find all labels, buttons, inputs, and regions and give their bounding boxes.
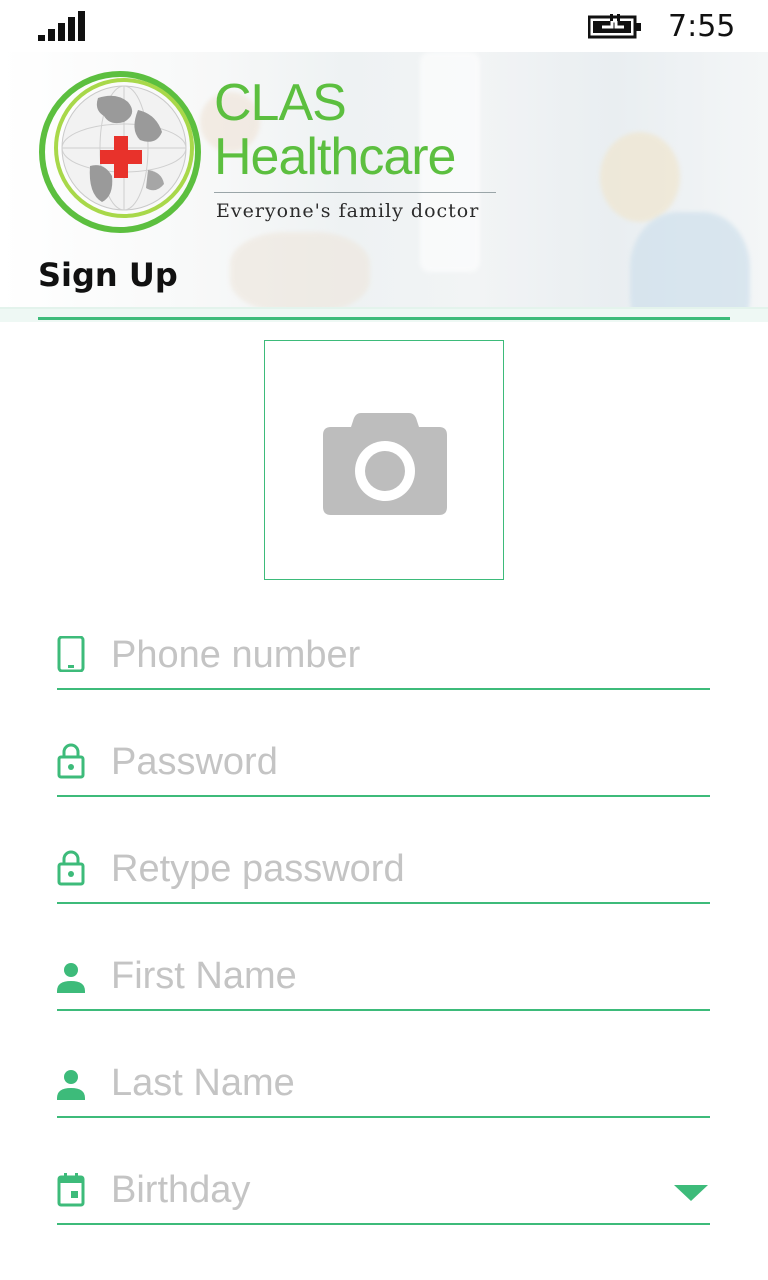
brand-name-line2: Healthcare	[214, 128, 456, 186]
last-name-placeholder: Last Name	[111, 1062, 295, 1104]
phone-number-underline	[57, 688, 710, 690]
status-time: 7:55	[668, 9, 736, 44]
lock-icon	[57, 743, 85, 779]
retype-password-underline	[57, 902, 710, 904]
birthday-underline	[57, 1223, 710, 1225]
triangle-down-icon[interactable]	[674, 1183, 708, 1203]
first-name-underline	[57, 1009, 710, 1011]
first-name-field[interactable]: First Name	[57, 941, 710, 1011]
brand-divider	[214, 192, 496, 193]
status-bar: 7:55	[0, 0, 768, 52]
password-placeholder: Password	[111, 741, 278, 783]
camera-icon	[323, 413, 447, 515]
brand-tagline: Everyone's family doctor	[216, 200, 480, 222]
signal-bars-icon	[38, 11, 86, 41]
last-name-field[interactable]: Last Name	[57, 1048, 710, 1118]
title-divider	[38, 317, 730, 320]
globe-red-cross-logo	[39, 71, 201, 233]
calendar-icon	[57, 1173, 85, 1207]
first-name-placeholder: First Name	[111, 955, 297, 997]
lock-icon	[57, 850, 85, 886]
brand-name-line1: CLAS	[214, 74, 347, 132]
password-field[interactable]: Password	[57, 727, 710, 797]
retype-password-field[interactable]: Retype password	[57, 834, 710, 904]
last-name-underline	[57, 1116, 710, 1118]
battery-charging-icon	[588, 14, 641, 39]
person-icon	[57, 963, 85, 993]
page-title: Sign Up	[38, 256, 178, 294]
retype-password-placeholder: Retype password	[111, 848, 405, 890]
password-underline	[57, 795, 710, 797]
profile-photo-picker[interactable]	[264, 340, 504, 580]
person-icon	[57, 1070, 85, 1100]
birthday-field[interactable]: Birthday	[57, 1155, 710, 1225]
phone-number-field[interactable]: Phone number	[57, 620, 710, 690]
phone-number-placeholder: Phone number	[111, 634, 361, 676]
smartphone-icon	[57, 636, 85, 672]
birthday-placeholder: Birthday	[111, 1169, 251, 1211]
